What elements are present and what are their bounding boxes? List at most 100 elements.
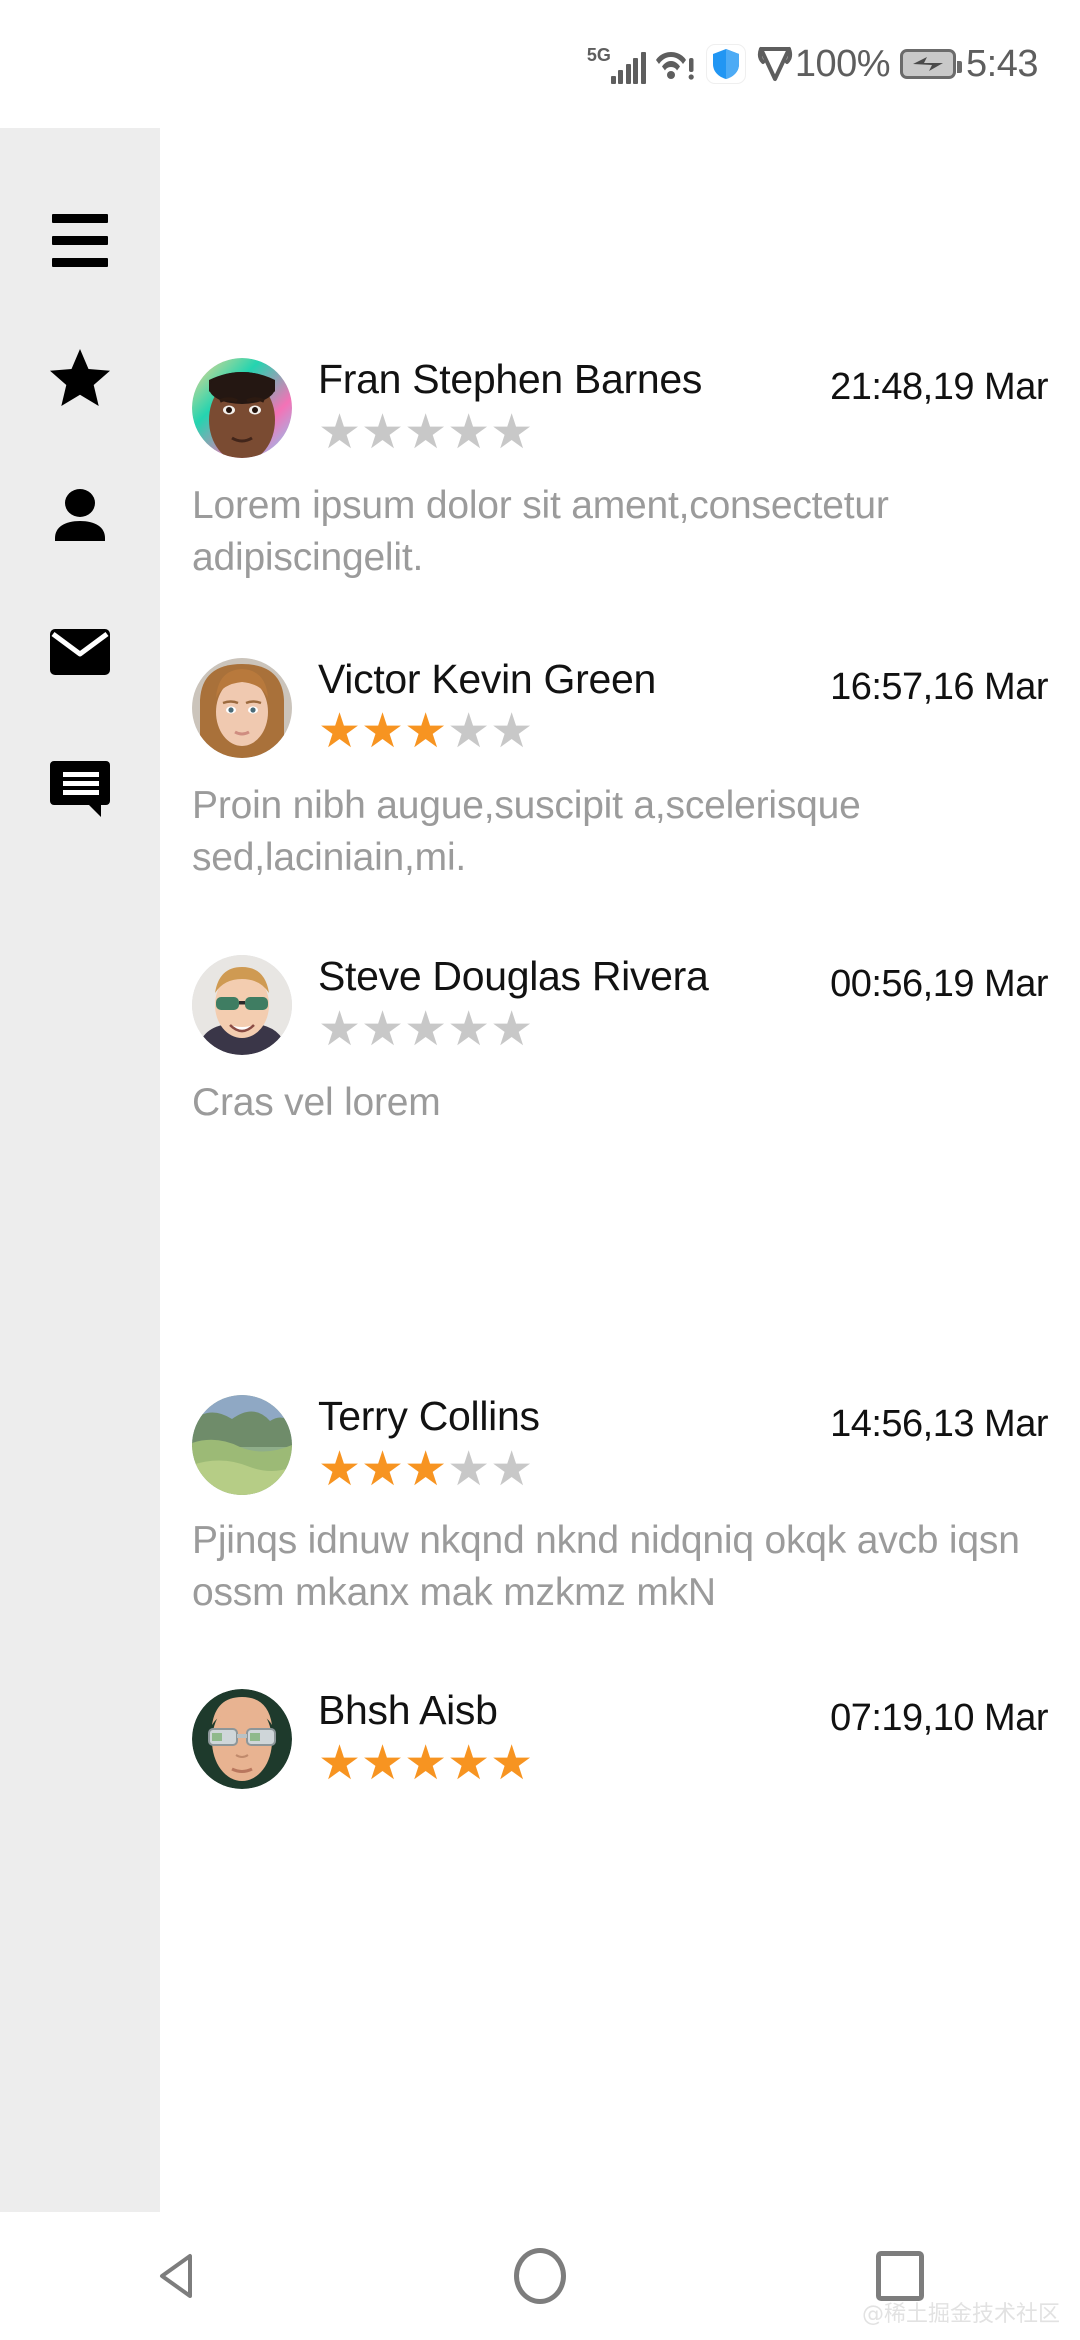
sidebar-item-mail[interactable] [0,584,160,719]
review-item[interactable]: Victor Kevin Green ★ ★ ★ ★ ★ 16:57,16 Mar Pr… [160,584,1080,884]
review-header: Bhsh Aisb ★ ★ ★ ★ ★ 07:19,10 Mar [192,1685,1048,1790]
rating-stars[interactable]: ★ ★ ★ ★ ★ [318,1445,816,1494]
star-4[interactable]: ★ [447,708,490,756]
star-1[interactable]: ★ [318,408,361,457]
star-1[interactable]: ★ [318,1739,361,1788]
review-meta: Bhsh Aisb ★ ★ ★ ★ ★ [318,1685,816,1788]
review-header: Terry Collins ★ ★ ★ ★ ★ 14:56,13 Mar [192,1391,1048,1496]
star-1[interactable]: ★ [318,1445,361,1494]
star-1[interactable]: ★ [318,708,361,756]
nav-home-button[interactable] [465,2212,615,2340]
review-header: Steve Douglas Rivera ★ ★ ★ ★ ★ 00:56,19 Mar [192,951,1048,1056]
avatar-steve-image [192,955,292,1056]
recents-square-icon [876,2251,924,2301]
review-header: Victor Kevin Green ★ ★ ★ ★ ★ 16:57,16 Mar [192,654,1048,758]
star-4[interactable]: ★ [447,408,490,457]
network-type-label: 5G [586,45,611,65]
review-text: Lorem ipsum dolor sit ament,consectetur … [192,484,889,579]
review-meta: Steve Douglas Rivera ★ ★ ★ ★ ★ [318,951,816,1054]
cellular-signal-group: 5G [587,44,646,84]
hamburger-menu-icon [52,214,108,267]
review-item[interactable]: Bhsh Aisb ★ ★ ★ ★ ★ 07:19,10 Mar [160,1619,1080,1790]
rating-stars[interactable]: ★ ★ ★ ★ ★ [318,1006,816,1054]
star-2[interactable]: ★ [361,1445,404,1494]
watermark: @稀土掘金技术社区 [861,2302,1060,2327]
home-circle-icon [514,2248,566,2304]
star-2[interactable]: ★ [361,1006,404,1054]
star-2[interactable]: ★ [361,708,404,756]
star-5[interactable]: ★ [490,708,533,756]
review-timestamp: 21:48,19 Mar [830,366,1048,408]
review-meta: Fran Stephen Barnes ★ ★ ★ ★ ★ [318,354,816,457]
star-4[interactable]: ★ [447,1445,490,1494]
review-meta: Victor Kevin Green ★ ★ ★ ★ ★ [318,654,816,757]
review-timestamp: 16:57,16 Mar [830,665,1048,708]
review-text: Proin nibh augue,suscipit a,scelerisque … [192,783,861,879]
star-5[interactable]: ★ [490,1739,533,1788]
battery-percent-label: 100% [794,42,891,85]
reviewer-name: Steve Douglas Rivera [318,953,709,1000]
review-item[interactable]: Terry Collins ★ ★ ★ ★ ★ 14:56,13 Mar Pjinqs … [160,1129,1080,1619]
review-timestamp: 07:19,10 Mar [830,1697,1048,1740]
sidebar-item-comments[interactable] [0,721,160,856]
phone-screen: 5G 100% 5:43 Fran Stephen Barnes ★ ★ ★ ★… [0,0,1080,2340]
mail-icon [50,628,110,675]
avatar [192,1395,292,1496]
gem-outline-icon [757,47,792,81]
sidebar-item-menu[interactable] [0,173,160,308]
avatar [192,657,292,758]
shield-icon [712,49,739,79]
back-triangle-icon [160,2254,192,2298]
rating-stars[interactable]: ★ ★ ★ ★ ★ [318,708,816,756]
star-5[interactable]: ★ [490,1445,533,1494]
reviewer-name: Fran Stephen Barnes [318,356,703,402]
reviewer-name: Bhsh Aisb [318,1687,498,1734]
star-2[interactable]: ★ [361,1739,404,1788]
battery-charging-icon [900,49,963,79]
reviewer-name: Terry Collins [318,1393,540,1440]
review-meta: Terry Collins ★ ★ ★ ★ ★ [318,1391,816,1494]
avatar-bhsh-image [192,1689,292,1790]
person-icon [55,488,105,541]
star-3[interactable]: ★ [404,1006,447,1054]
review-item[interactable]: Fran Stephen Barnes ★ ★ ★ ★ ★ 21:48,19 Mar L… [160,128,1080,584]
star-3[interactable]: ★ [404,408,447,457]
avatar-terry-image [192,1395,292,1496]
star-1[interactable]: ★ [318,1006,361,1054]
star-5[interactable]: ★ [490,1006,533,1054]
star-3[interactable]: ★ [404,1445,447,1494]
star-icon [50,348,110,406]
review-timestamp: 14:56,13 Mar [830,1403,1048,1446]
sidebar [0,128,160,2212]
status-bar: 5G 100% 5:43 [0,0,1080,128]
rating-stars[interactable]: ★ ★ ★ ★ ★ [318,408,816,457]
nav-back-button[interactable] [105,2212,255,2340]
avatar [192,955,292,1056]
star-2[interactable]: ★ [361,408,404,457]
status-bar-icons: 5G [587,44,795,84]
signal-bars-icon [610,52,646,84]
avatar [192,358,292,458]
sidebar-item-profile[interactable] [0,447,160,582]
chat-bubble-icon [50,760,110,817]
clock-label: 5:43 [966,42,1038,85]
rating-stars[interactable]: ★ ★ ★ ★ ★ [318,1739,816,1788]
charging-bolt-icon [913,57,944,71]
avatar [192,1689,292,1790]
status-bar-right: 100% 5:43 [795,43,1080,86]
avatar-fran-image [192,358,292,458]
reviewer-name: Victor Kevin Green [318,655,656,702]
star-4[interactable]: ★ [447,1006,490,1054]
shield-icon-container [705,44,746,84]
review-text: Cras vel lorem [192,1081,441,1125]
sidebar-item-favorites[interactable] [0,310,160,445]
review-timestamp: 00:56,19 Mar [830,963,1048,1006]
star-3[interactable]: ★ [404,708,447,756]
star-4[interactable]: ★ [447,1739,490,1788]
review-item[interactable]: Steve Douglas Rivera ★ ★ ★ ★ ★ 00:56,19 Mar … [160,883,1080,1129]
star-3[interactable]: ★ [404,1739,447,1788]
star-5[interactable]: ★ [490,408,533,457]
wifi-warning-icon [655,52,694,80]
reviews-list[interactable]: Fran Stephen Barnes ★ ★ ★ ★ ★ 21:48,19 Mar L… [160,128,1080,2212]
review-header: Fran Stephen Barnes ★ ★ ★ ★ ★ 21:48,19 Mar [192,354,1048,458]
